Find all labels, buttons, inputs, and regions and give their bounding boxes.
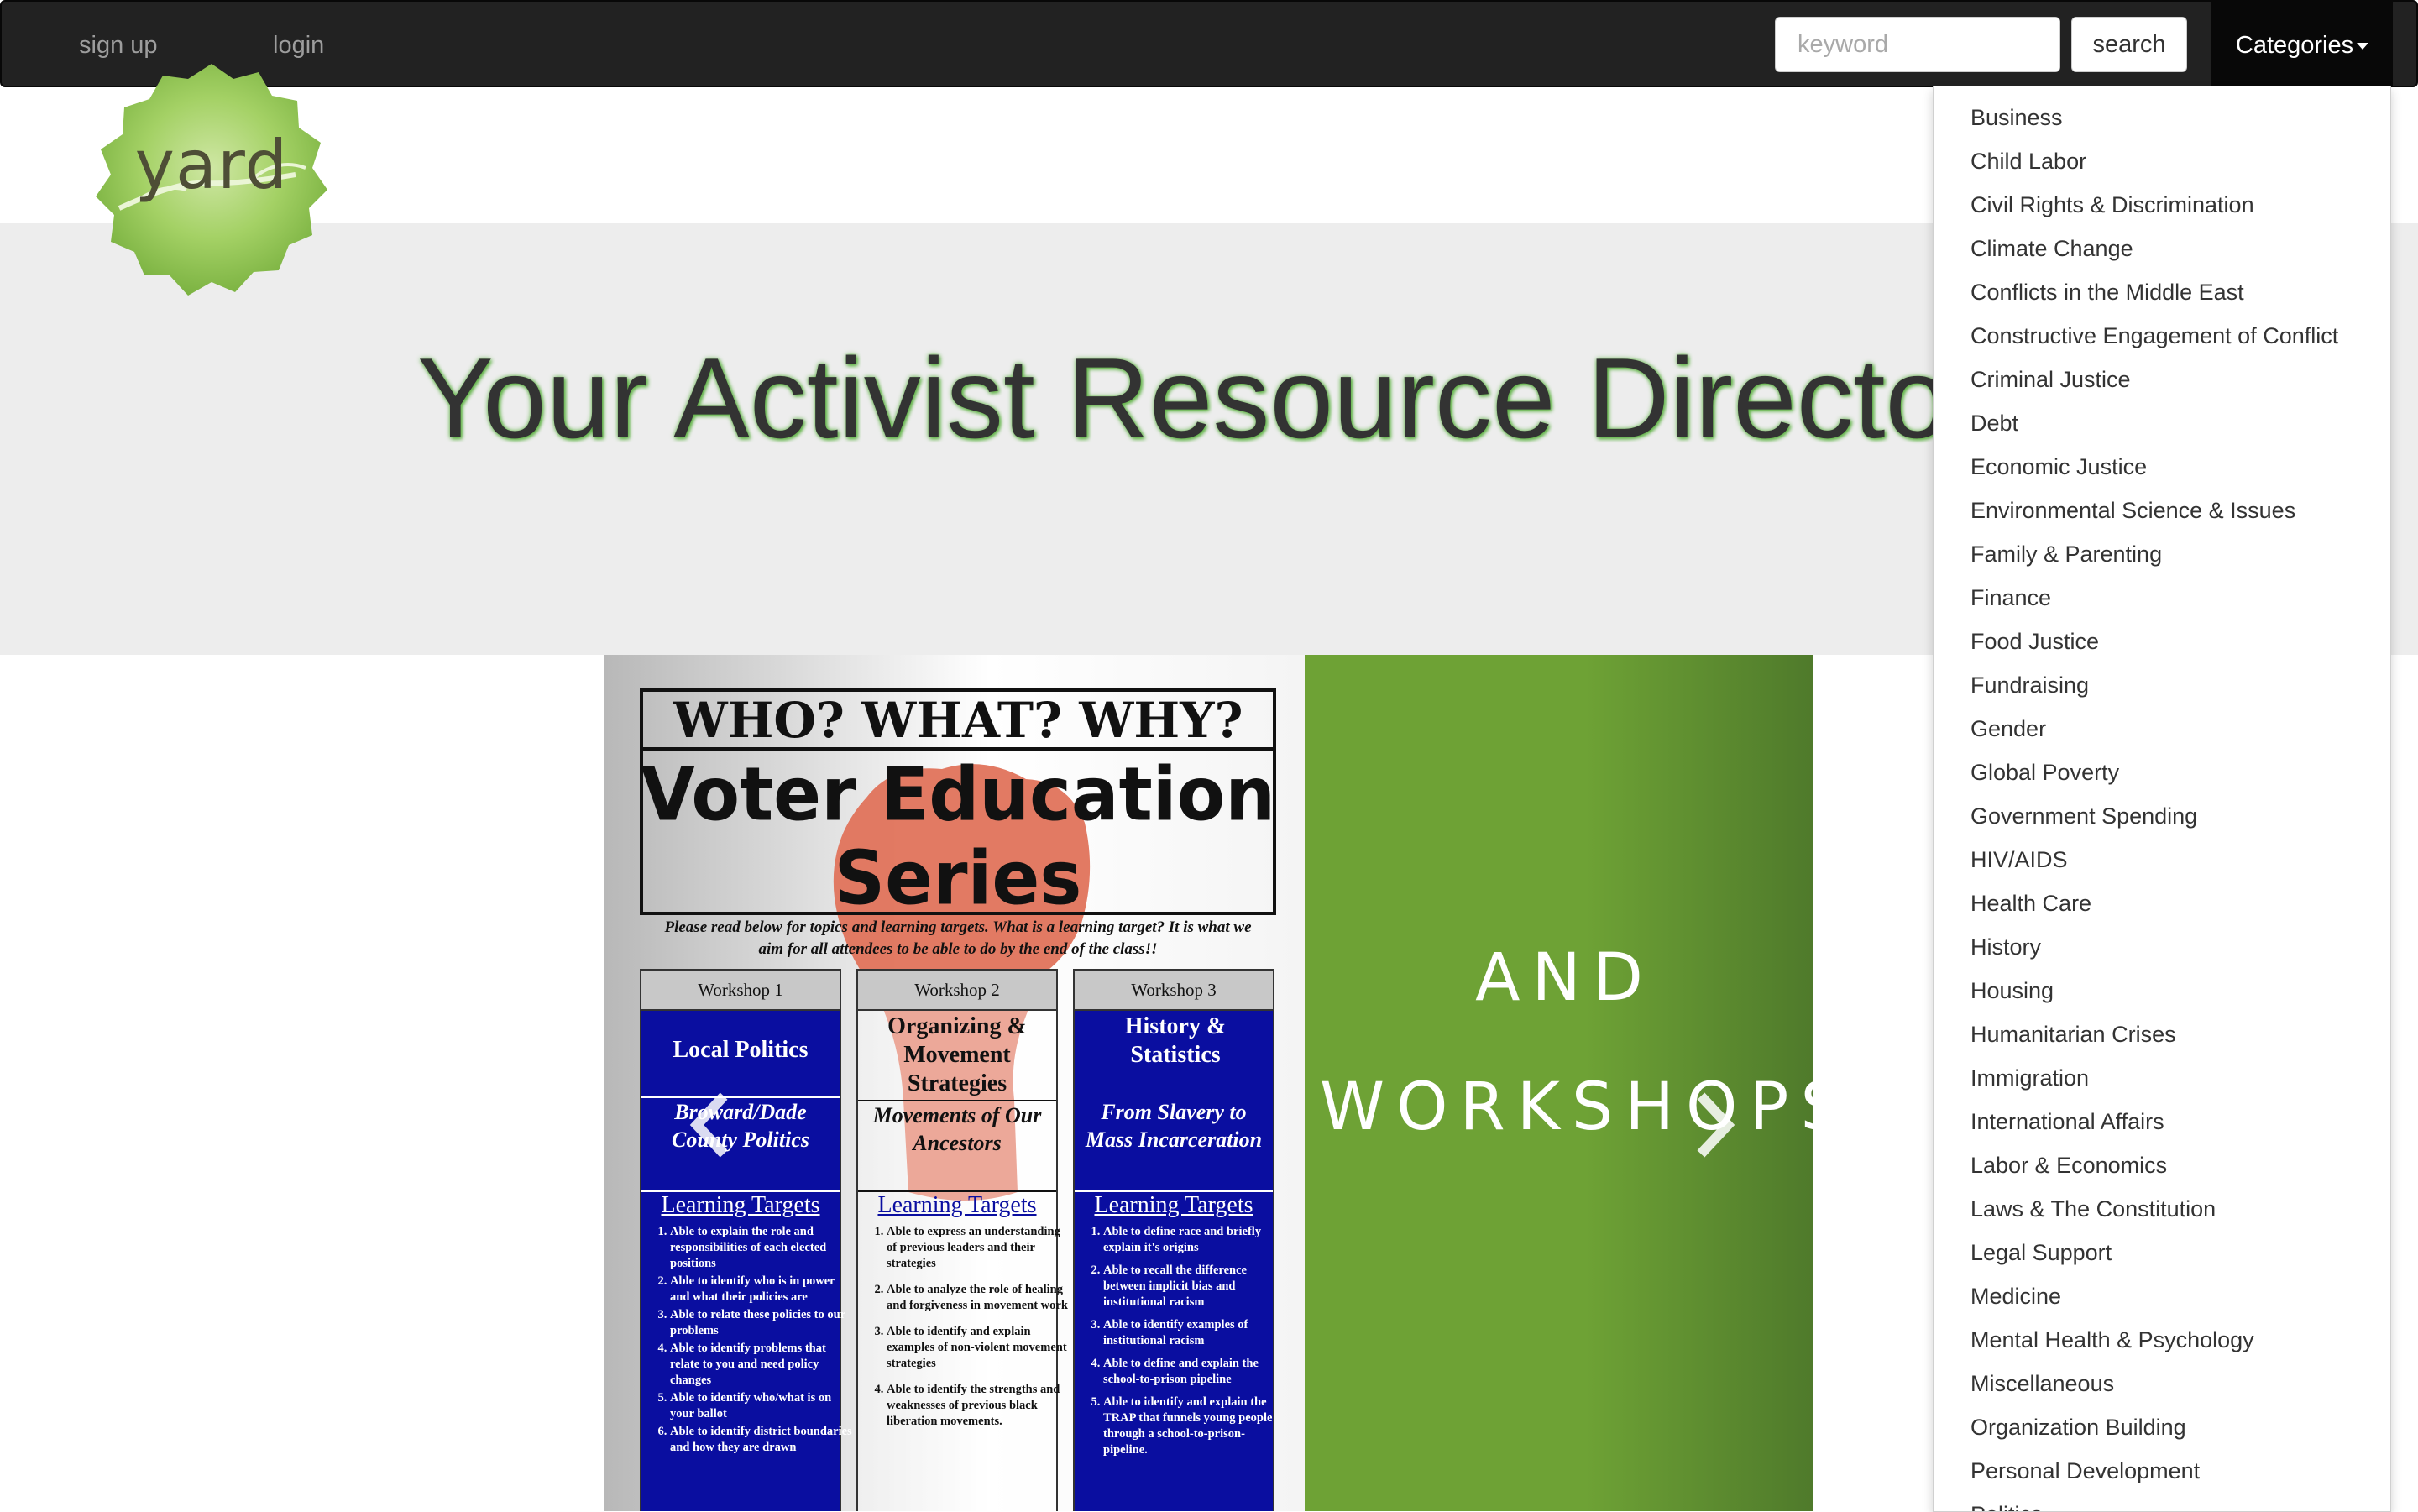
learning-target: Able to identify examples of institution…: [1103, 1317, 1286, 1349]
category-item[interactable]: History: [1934, 925, 2390, 969]
category-item[interactable]: Family & Parenting: [1934, 532, 2390, 576]
chevron-right-icon: [1697, 1092, 1735, 1158]
category-item[interactable]: Housing: [1934, 969, 2390, 1012]
category-item[interactable]: Organization Building: [1934, 1405, 2390, 1449]
categories-label: Categories: [2235, 32, 2354, 59]
logo-text: yard: [134, 126, 289, 204]
category-item[interactable]: Debt: [1934, 401, 2390, 445]
category-item[interactable]: Child Labor: [1934, 139, 2390, 183]
category-item[interactable]: Government Spending: [1934, 794, 2390, 838]
learning-target: Able to identify and explain examples of…: [887, 1324, 1070, 1372]
search-button[interactable]: search: [2071, 17, 2187, 72]
learning-target: Able to identify district boundaries and…: [670, 1424, 853, 1456]
workshop-column-2: Workshop 2 Organizing & Movement Strateg…: [856, 969, 1068, 1511]
chevron-left-icon: [689, 1092, 728, 1158]
category-item[interactable]: Labor & Economics: [1934, 1143, 2390, 1187]
learning-target: Able to explain the role and responsibil…: [670, 1224, 853, 1272]
categories-dropdown-toggle[interactable]: Categories: [2211, 2, 2393, 87]
categories-dropdown-menu: Business Child Labor Civil Rights & Discri…: [1933, 86, 2391, 1512]
workshop-subtitle: Movements of Our Ancestors: [872, 1103, 1042, 1155]
category-item[interactable]: Miscellaneous: [1934, 1362, 2390, 1405]
learning-target: Able to analyze the role of healing and …: [887, 1282, 1070, 1314]
learning-target: Able to identify the strengths and weakn…: [887, 1382, 1070, 1430]
workshop-title: History & Statistics: [1124, 1013, 1227, 1068]
category-item[interactable]: Finance: [1934, 576, 2390, 620]
poster-title-line1: Voter Education: [640, 751, 1276, 838]
category-item[interactable]: Economic Justice: [1934, 445, 2390, 489]
learning-target: Able to express an understanding of prev…: [887, 1224, 1070, 1272]
workshop-header: Workshop 2: [858, 971, 1056, 1011]
category-item[interactable]: Food Justice: [1934, 620, 2390, 663]
slide-text-and: AND: [1475, 940, 1655, 1016]
poster-title-line2: Series: [834, 834, 1082, 922]
learning-target: Able to define and explain the school-to…: [1103, 1356, 1286, 1388]
workshop-subtitle: From Slavery to Mass Incarceration: [1085, 1100, 1263, 1152]
learning-targets-list: Able to explain the role and responsibil…: [646, 1224, 853, 1457]
poster-question-line: WHO? WHAT? WHY?: [673, 692, 1243, 749]
poster-intro-text: Please read below for topics and learnin…: [664, 918, 1252, 958]
learning-targets-label: Learning Targets: [877, 1192, 1037, 1218]
category-item[interactable]: Medicine: [1934, 1274, 2390, 1318]
page-title: Your Activist Resource Director: [417, 334, 1987, 462]
category-item[interactable]: Conflicts in the Middle East: [1934, 270, 2390, 314]
learning-target: Able to identify and explain the TRAP th…: [1103, 1394, 1286, 1458]
category-item[interactable]: International Affairs: [1934, 1100, 2390, 1143]
learning-targets-label: Learning Targets: [661, 1192, 820, 1218]
categories-list: Business Child Labor Civil Rights & Discri…: [1934, 86, 2390, 1511]
top-navbar: sign up login search Categories: [0, 0, 2418, 87]
workshop-column-3: Workshop 3 History & Statistics From Sla…: [1073, 969, 1274, 1511]
caret-down-icon: [2357, 43, 2369, 50]
category-item[interactable]: Politics: [1934, 1493, 2390, 1511]
workshop-header: Workshop 3: [1075, 971, 1273, 1011]
category-item[interactable]: Business: [1934, 96, 2390, 139]
category-item[interactable]: Civil Rights & Discrimination: [1934, 183, 2390, 227]
category-item[interactable]: Constructive Engagement of Conflict: [1934, 314, 2390, 358]
category-item[interactable]: Fundraising: [1934, 663, 2390, 707]
category-item[interactable]: Legal Support: [1934, 1231, 2390, 1274]
learning-target: Able to identify who/what is on your bal…: [670, 1390, 853, 1422]
workshop-column-1: Workshop 1 Local Politics Broward/Dade C…: [640, 969, 852, 1511]
learning-target: Able to recall the difference between im…: [1103, 1263, 1286, 1311]
category-item[interactable]: Criminal Justice: [1934, 358, 2390, 401]
category-item[interactable]: Immigration: [1934, 1056, 2390, 1100]
voter-education-poster: WHO? WHAT? WHY? Voter Education Series P…: [640, 688, 1276, 1511]
featured-carousel: WHO? WHAT? WHY? Voter Education Series P…: [604, 655, 1814, 1511]
category-item[interactable]: Personal Development: [1934, 1449, 2390, 1493]
carousel-prev-button[interactable]: [683, 1091, 734, 1159]
poster-slide: WHO? WHAT? WHY? Voter Education Series P…: [604, 655, 1305, 1511]
learning-targets-label: Learning Targets: [1094, 1192, 1253, 1218]
learning-target: Able to relate these policies to our pro…: [670, 1307, 853, 1339]
category-item[interactable]: Laws & The Constitution: [1934, 1187, 2390, 1231]
carousel-next-button[interactable]: [1691, 1091, 1741, 1159]
category-item[interactable]: Gender: [1934, 707, 2390, 751]
learning-target: Able to identify problems that relate to…: [670, 1341, 853, 1389]
workshop-subtitle: Broward/Dade County Politics: [672, 1100, 809, 1152]
learning-targets-list: Able to define race and briefly explain …: [1080, 1224, 1286, 1460]
workshop-title: Local Politics: [673, 1037, 809, 1063]
workshops-slide: AND WORKSHOPS: [1305, 655, 1814, 1511]
category-item[interactable]: Environmental Science & Issues: [1934, 489, 2390, 532]
yard-logo[interactable]: yard: [86, 57, 338, 309]
learning-targets-list: Able to express an understanding of prev…: [863, 1224, 1070, 1431]
category-item[interactable]: Global Poverty: [1934, 751, 2390, 794]
category-item[interactable]: Mental Health & Psychology: [1934, 1318, 2390, 1362]
workshop-header: Workshop 1: [641, 971, 840, 1011]
category-item[interactable]: Health Care: [1934, 882, 2390, 925]
keyword-search-input[interactable]: [1775, 17, 2060, 72]
learning-target: Able to define race and briefly explain …: [1103, 1224, 1286, 1256]
learning-target: Able to identify who is in power and wha…: [670, 1274, 853, 1305]
category-item[interactable]: Humanitarian Crises: [1934, 1012, 2390, 1056]
workshop-title: Organizing & Movement Strategies: [887, 1013, 1027, 1096]
category-item[interactable]: Climate Change: [1934, 227, 2390, 270]
category-item[interactable]: HIV/AIDS: [1934, 838, 2390, 882]
